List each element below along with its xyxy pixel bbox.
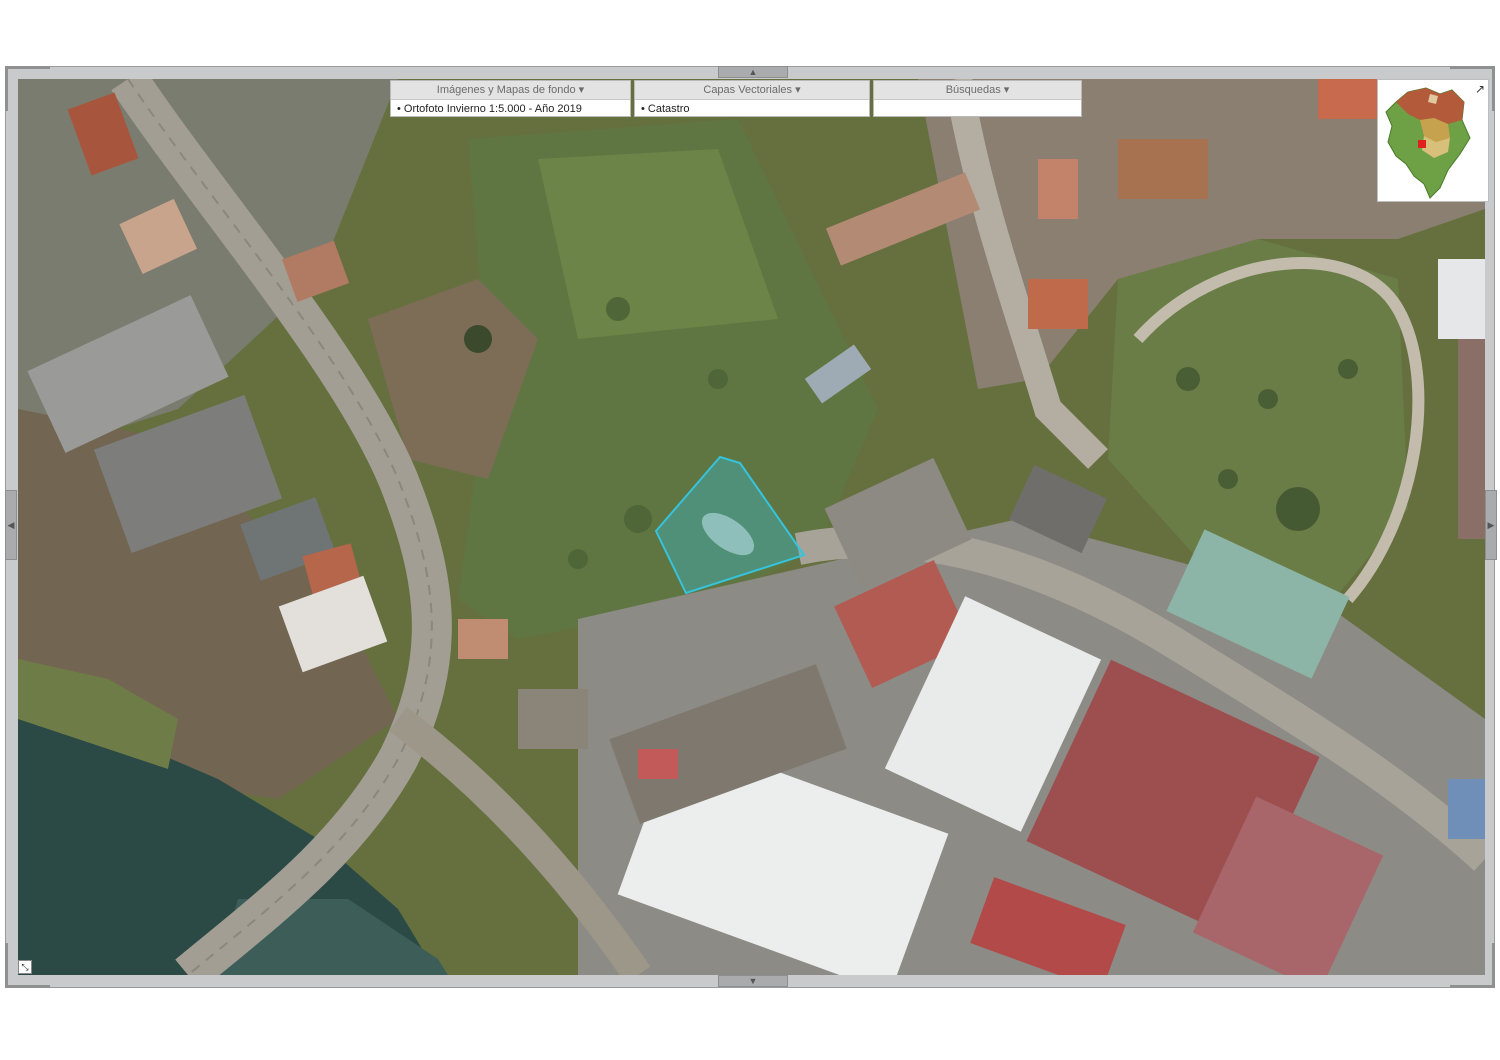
map-canvas[interactable]	[18, 79, 1485, 975]
pan-up-button[interactable]: ▲	[718, 66, 788, 78]
fullscreen-toggle-icon[interactable]: ⤡	[18, 960, 32, 974]
pan-right-button[interactable]: ▶	[1485, 490, 1497, 560]
pan-left-button[interactable]: ◀	[5, 490, 17, 560]
search-menu-value	[874, 100, 1081, 116]
background-images-menu[interactable]: Imágenes y Mapas de fondo ▾ • Ortofoto I…	[390, 80, 631, 117]
overview-map[interactable]: ↗	[1377, 79, 1489, 202]
region-minimap	[1385, 87, 1471, 199]
background-images-selected: • Ortofoto Invierno 1:5.000 - Año 2019	[397, 103, 582, 115]
orthophoto	[18, 79, 1485, 975]
background-images-menu-title[interactable]: Imágenes y Mapas de fondo ▾	[391, 81, 630, 100]
expand-icon[interactable]: ↗	[1475, 82, 1485, 96]
frame-corner-br	[1450, 943, 1495, 988]
vector-layers-selected: • Catastro	[641, 103, 690, 115]
search-menu[interactable]: Búsquedas ▾	[873, 80, 1082, 117]
frame-corner-tl	[5, 66, 50, 111]
layer-menu-bar: Imágenes y Mapas de fondo ▾ • Ortofoto I…	[390, 80, 1085, 117]
vector-layers-menu-title[interactable]: Capas Vectoriales ▾	[635, 81, 869, 100]
vector-layers-menu[interactable]: Capas Vectoriales ▾ • Catastro	[634, 80, 870, 117]
search-menu-title[interactable]: Búsquedas ▾	[874, 81, 1081, 100]
pan-down-button[interactable]: ▼	[718, 975, 788, 987]
